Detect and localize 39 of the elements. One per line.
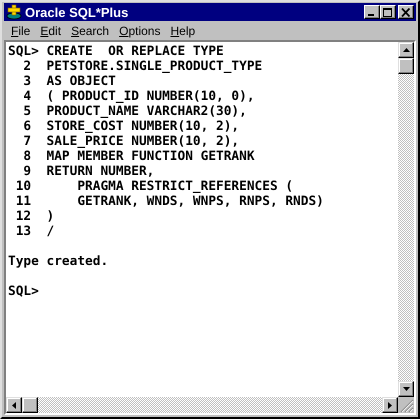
console-line: Type created. <box>8 254 110 269</box>
maximize-button[interactable] <box>380 5 396 19</box>
scroll-right-button[interactable] <box>382 397 398 413</box>
menu-item[interactable]: Help <box>165 24 200 38</box>
right-arrow-icon <box>388 402 392 408</box>
scroll-down-button[interactable] <box>398 381 414 397</box>
scroll-up-button[interactable] <box>398 42 414 58</box>
size-grip-icon[interactable] <box>398 397 414 413</box>
console-line: SQL> <box>8 284 40 299</box>
close-button[interactable] <box>398 5 414 19</box>
console-line: 12 ) <box>14 209 56 224</box>
console-line: 9 RETURN NUMBER, <box>22 164 156 179</box>
up-arrow-icon <box>402 48 410 52</box>
console-line: 11 GETRANK, WNDS, WNPS, RNPS, RNDS) <box>14 194 325 209</box>
app-icon <box>6 4 22 20</box>
menu-item[interactable]: Edit <box>35 24 66 38</box>
left-arrow-icon <box>12 402 16 408</box>
close-icon <box>401 8 411 16</box>
menu-item[interactable]: Options <box>114 24 166 38</box>
console-line: 3 AS OBJECT <box>22 74 117 89</box>
down-arrow-icon <box>402 387 410 391</box>
maximize-icon <box>383 8 393 16</box>
scroll-thumb[interactable] <box>398 58 414 74</box>
console-line: 8 MAP MEMBER FUNCTION GETRANK <box>22 149 256 164</box>
scroll-left-button[interactable] <box>6 397 22 413</box>
console-line: SQL> CREATE OR REPLACE TYPE <box>8 44 225 59</box>
scroll-thumb[interactable] <box>22 397 38 413</box>
minimize-icon <box>368 14 374 16</box>
minimize-button[interactable] <box>364 5 380 19</box>
console-line: 10 PRAGMA RESTRICT_REFERENCES ( <box>14 179 294 194</box>
menu-item[interactable]: Search <box>66 24 114 38</box>
menu-item[interactable]: File <box>6 24 36 38</box>
console-line: 2 PETSTORE.SINGLE_PRODUCT_TYPE <box>22 59 264 74</box>
console-line: 5 PRODUCT_NAME VARCHAR2(30), <box>22 104 248 119</box>
console-line: 13 / <box>14 224 56 239</box>
window-title: Oracle SQL*Plus <box>25 4 130 20</box>
console-line: 4 ( PRODUCT_ID NUMBER(10, 0), <box>22 89 256 104</box>
console-line: 7 SALE_PRICE NUMBER(10, 2), <box>22 134 240 149</box>
console-line: 6 STORE_COST NUMBER(10, 2), <box>22 119 240 134</box>
